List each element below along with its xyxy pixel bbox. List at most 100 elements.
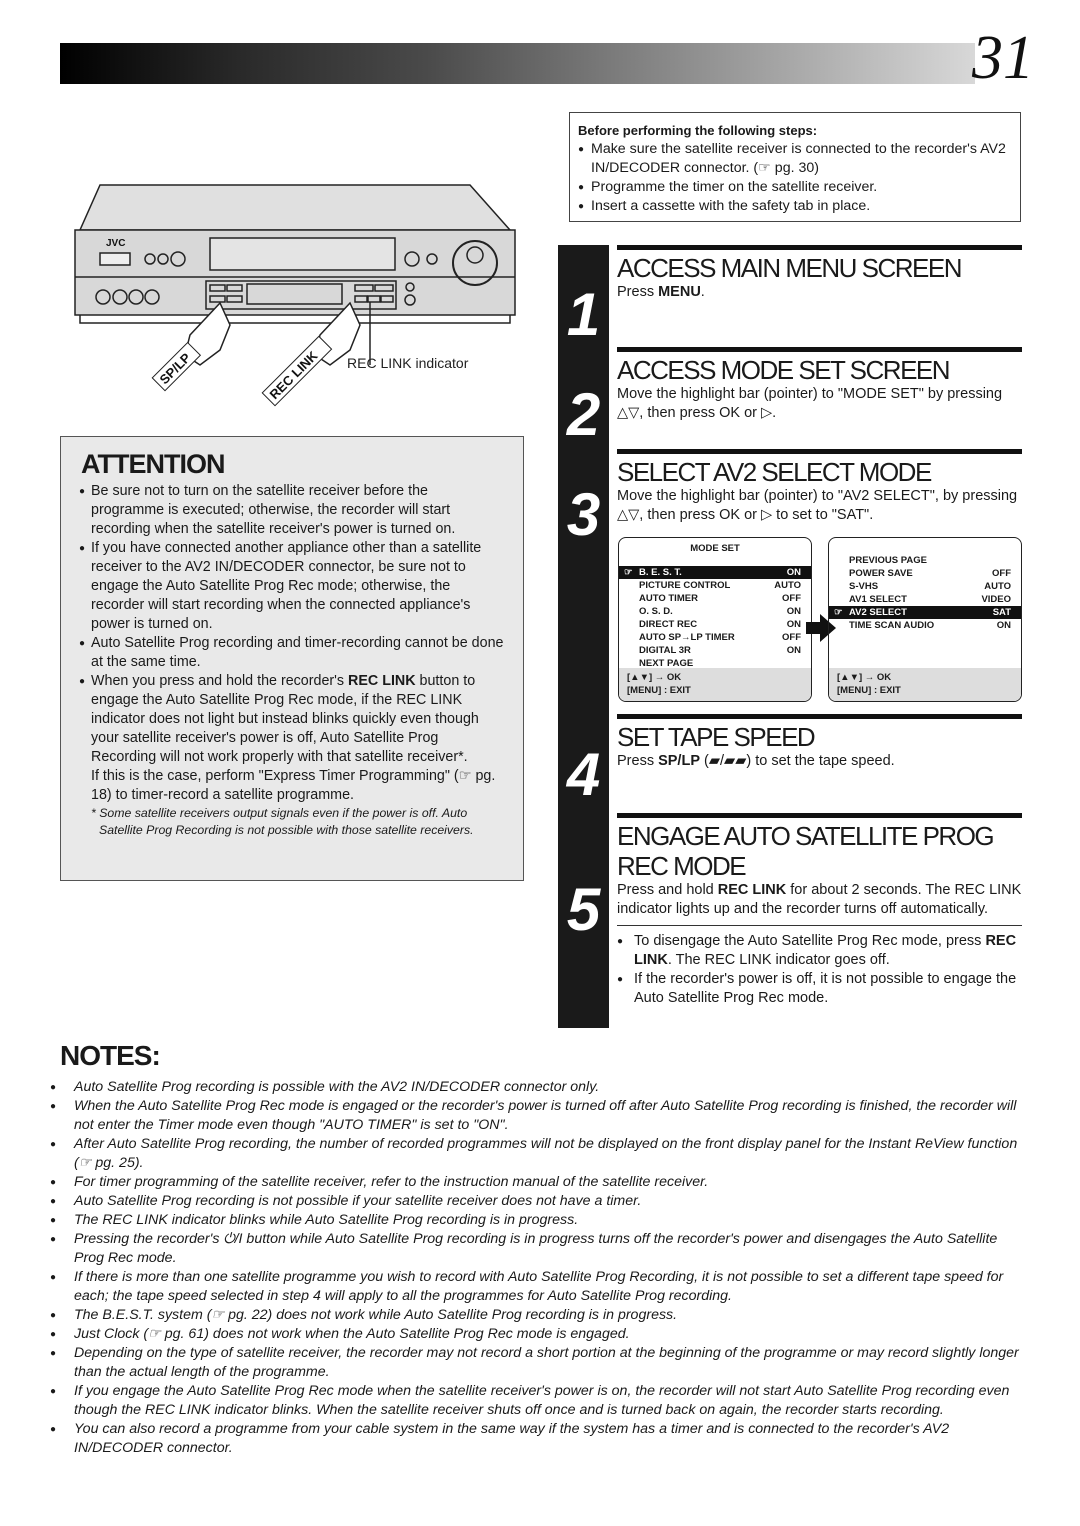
- menu-bold: MENU: [658, 284, 701, 300]
- osd-row-value: ON: [786, 567, 801, 578]
- note-item: Pressing the recorder's ⏻/I button while…: [36, 1230, 1020, 1268]
- osd-row: ☞ B. E. S. T. ON: [619, 566, 811, 579]
- osd-row-value: ON: [786, 645, 801, 656]
- prerequisites-title: Before performing the following steps:: [578, 123, 818, 138]
- osd-row: AV1 SELECT VIDEO: [829, 593, 1021, 606]
- note-item: If you engage the Auto Satellite Prog Re…: [36, 1382, 1020, 1420]
- osd-row-value: SAT: [992, 607, 1011, 618]
- brand-logo: JVC: [106, 238, 125, 249]
- osd-nav-hint: [▲▼] → OK: [627, 672, 682, 683]
- text: To disengage the Auto Satellite Prog Rec…: [634, 933, 986, 949]
- text: Press: [617, 753, 659, 769]
- prerequisites-box: Before performing the following steps: M…: [569, 112, 1021, 222]
- attention-item: Auto Satellite Prog recording and timer-…: [79, 634, 505, 672]
- step-5: ENGAGE AUTO SATELLITE PROG REC MODE Pres…: [617, 813, 1022, 1008]
- step-title: ENGAGE AUTO SATELLITE PROG REC MODE: [617, 821, 995, 881]
- osd-footer: [▲▼] → OK [MENU] : EXIT: [829, 668, 1021, 701]
- osd-row-value: VIDEO: [981, 594, 1011, 605]
- attention-followup: If this is the case, perform "Express Ti…: [91, 768, 496, 803]
- osd-row-value: OFF: [782, 593, 801, 604]
- step-desc: Press MENU.: [617, 283, 1022, 302]
- text: . The REC LINK indicator goes off.: [667, 952, 890, 968]
- osd-row: AUTO TIMER OFF: [619, 592, 811, 605]
- note-item: Auto Satellite Prog recording is possibl…: [36, 1078, 1020, 1097]
- note-item: Auto Satellite Prog recording is not pos…: [36, 1192, 1020, 1211]
- pointer-icon: ☞: [834, 607, 843, 618]
- step-number-4: 4: [566, 741, 601, 808]
- attention-title: ATTENTION: [81, 449, 225, 479]
- osd-row: O. S. D. ON: [619, 605, 811, 618]
- osd-row-label: S-VHS: [849, 581, 879, 592]
- attention-item: Be sure not to turn on the satellite rec…: [79, 482, 505, 539]
- prerequisite-item: Make sure the satellite receiver is conn…: [578, 140, 1020, 178]
- osd-row-label: AUTO TIMER: [639, 593, 698, 604]
- osd-row-label: AV2 SELECT: [849, 607, 907, 618]
- osd-row-value: ON: [996, 620, 1011, 631]
- osd-exit-hint: [MENU] : EXIT: [837, 685, 901, 696]
- prerequisite-item: Programme the timer on the satellite rec…: [578, 178, 1020, 197]
- step-title: SELECT AV2 SELECT MODE: [617, 457, 932, 487]
- note-item: The B.E.S.T. system (☞ pg. 22) does not …: [36, 1306, 1020, 1325]
- prerequisite-item: Insert a cassette with the safety tab in…: [578, 197, 1020, 216]
- attention-item: If you have connected another appliance …: [79, 539, 505, 634]
- osd-row-value: AUTO: [774, 580, 801, 591]
- osd-row: PICTURE CONTROL AUTO: [619, 579, 811, 592]
- osd-row: ☞ AV2 SELECT SAT: [829, 606, 1021, 619]
- rec-link-label: REC LINK: [267, 348, 321, 402]
- osd-footer: [▲▼] → OK [MENU] : EXIT: [619, 668, 811, 701]
- osd-row-label: DIGITAL 3R: [639, 645, 691, 656]
- osd-mode-set-screen: MODE SET ☞ B. E. S. T. ON PICTURE CONTROL AU…: [618, 537, 812, 702]
- header-gradient-bar: [60, 43, 975, 84]
- note-item: For timer programming of the satellite r…: [36, 1173, 1020, 1192]
- text: Press and hold: [617, 882, 718, 898]
- attention-box: ATTENTION Be sure not to turn on the sat…: [60, 436, 524, 881]
- pointer-icon: ☞: [624, 567, 633, 578]
- page-number: 31: [972, 24, 1034, 92]
- note-item: The REC LINK indicator blinks while Auto…: [36, 1211, 1020, 1230]
- step-1: ACCESS MAIN MENU SCREEN Press MENU.: [617, 245, 1022, 302]
- osd-row-label: AUTO SP→LP TIMER: [639, 632, 735, 643]
- step-desc: Press and hold REC LINK for about 2 seco…: [617, 881, 1022, 919]
- step-number-bar: 1 2 3 4 5: [558, 245, 609, 1028]
- text: (▰/▰▰) to set the tape speed.: [700, 753, 895, 769]
- osd-row-value: OFF: [782, 632, 801, 643]
- note-item: When the Auto Satellite Prog Rec mode is…: [36, 1097, 1020, 1135]
- note-item: If there is more than one satellite prog…: [36, 1268, 1020, 1306]
- attention-item: When you press and hold the recorder's R…: [79, 672, 505, 767]
- osd-row-label: O. S. D.: [639, 606, 673, 617]
- note-item: You can also record a programme from you…: [36, 1420, 1020, 1458]
- step-number-5: 5: [566, 876, 601, 943]
- osd-row: AUTO SP→LP TIMER OFF: [619, 631, 811, 644]
- osd-row: TIME SCAN AUDIO ON: [829, 619, 1021, 632]
- osd-row: DIRECT REC ON: [619, 618, 811, 631]
- sp-lp-bold: SP/LP: [658, 753, 700, 769]
- note-item: Depending on the type of satellite recei…: [36, 1344, 1020, 1382]
- osd-row-label: DIRECT REC: [639, 619, 698, 630]
- step-desc: Move the highlight bar (pointer) to "AV2…: [617, 488, 1018, 523]
- step-number-3: 3: [566, 481, 601, 548]
- rec-link-indicator-label: REC LINK indicator: [347, 355, 469, 371]
- step-4: SET TAPE SPEED Press SP/LP (▰/▰▰) to set…: [617, 714, 1022, 771]
- step-2: ACCESS MODE SET SCREEN Move the highligh…: [617, 347, 1022, 423]
- rec-link-bold: REC LINK: [717, 882, 787, 898]
- osd-row-value: OFF: [992, 568, 1011, 579]
- notes-section: NOTES: Auto Satellite Prog recording is …: [50, 1040, 1020, 1458]
- notes-title: NOTES:: [60, 1040, 161, 1071]
- attention-footnote: * Some satellite receivers output signal…: [91, 806, 474, 837]
- step-desc: Move the highlight bar (pointer) to "MOD…: [617, 386, 1003, 421]
- step-title: ACCESS MAIN MENU SCREEN: [617, 253, 963, 283]
- osd-row-value: ON: [786, 619, 801, 630]
- text: .: [700, 284, 705, 300]
- osd-row: PREVIOUS PAGE: [829, 554, 1021, 567]
- osd-row-label: PREVIOUS PAGE: [849, 555, 927, 566]
- step-5-bullet: To disengage the Auto Satellite Prog Rec…: [617, 932, 1022, 970]
- rec-link-bold: REC LINK: [348, 673, 416, 689]
- osd-page2-screen: PREVIOUS PAGE POWER SAVE OFF S-VHS AUTO AV1 S…: [828, 537, 1022, 702]
- osd-row: S-VHS AUTO: [829, 580, 1021, 593]
- osd-row: POWER SAVE OFF: [829, 567, 1021, 580]
- osd-row-value: AUTO: [984, 581, 1011, 592]
- osd-title: MODE SET: [690, 543, 740, 554]
- step-number-1: 1: [566, 281, 601, 348]
- step-title: SET TAPE SPEED: [617, 722, 816, 752]
- text: Press: [617, 284, 659, 300]
